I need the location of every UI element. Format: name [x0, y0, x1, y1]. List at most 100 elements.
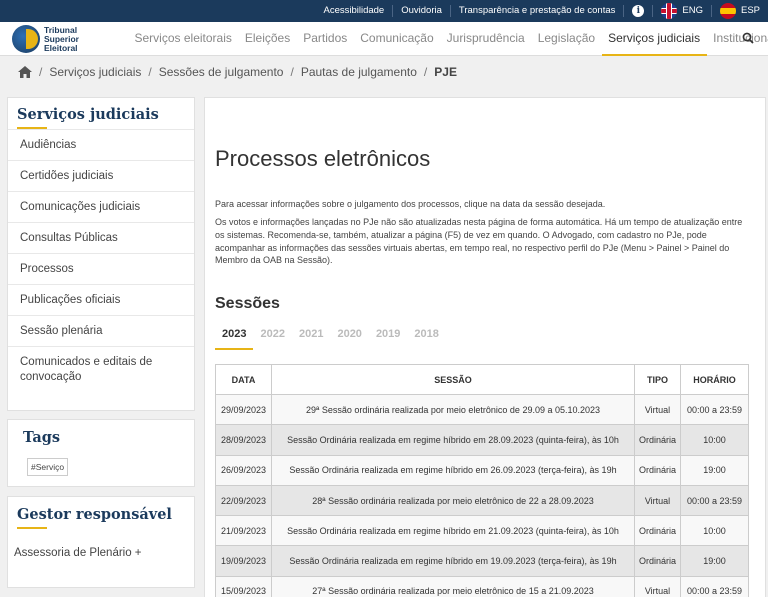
tse-logo-icon — [12, 25, 40, 53]
tab-year-2021[interactable]: 2021 — [292, 324, 330, 350]
table-row[interactable]: 28/09/2023 Sessão Ordinária realizada em… — [215, 424, 749, 456]
cell-date[interactable]: 26/09/2023 — [215, 454, 272, 486]
sidebar-item-comunicacoes[interactable]: Comunicações judiciais — [8, 191, 194, 222]
intro-paragraph: Para acessar informações sobre o julgame… — [215, 199, 606, 209]
lang-es-button[interactable]: ESP — [710, 3, 768, 19]
nav-eleicoes[interactable]: Eleições — [238, 22, 296, 56]
col-sessao: SESSÃO — [271, 364, 635, 395]
cell-time: 19:00 — [680, 545, 749, 577]
table-row[interactable]: 19/09/2023 Sessão Ordinária realizada em… — [215, 545, 749, 577]
tab-year-2022[interactable]: 2022 — [253, 324, 291, 350]
table-row[interactable]: 21/09/2023 Sessão Ordinária realizada em… — [215, 515, 749, 547]
gestor-title-text: Gestor responsável — [17, 506, 172, 523]
search-icon[interactable] — [742, 32, 754, 44]
cell-session: 27ª Sessão ordinária realizada por meio … — [271, 575, 635, 597]
breadcrumb-servicos-judiciais[interactable]: Serviços judiciais — [49, 65, 141, 79]
sidebar-item-certidoes[interactable]: Certidões judiciais — [8, 160, 194, 191]
breadcrumb-separator: / — [290, 65, 294, 79]
nav-servicos-eleitorais[interactable]: Serviços eleitorais — [128, 22, 238, 56]
nav-jurisprudencia[interactable]: Jurisprudência — [440, 22, 531, 56]
breadcrumb-separator: / — [423, 65, 428, 79]
breadcrumb-sessoes[interactable]: Sessões de julgamento — [159, 65, 284, 79]
logo-text: Tribunal Superior Eleitoral — [44, 25, 79, 53]
cell-date[interactable]: 21/09/2023 — [215, 515, 272, 547]
year-tabs: 2023 2022 2021 2020 2019 2018 — [215, 324, 446, 350]
cell-time: 10:00 — [680, 515, 749, 547]
info-button[interactable]: i — [623, 5, 652, 17]
sessions-table: DATA SESSÃO TIPO HORÁRIO 29/09/2023 29ª … — [215, 364, 749, 597]
table-row[interactable]: 15/09/2023 27ª Sessão ordinária realizad… — [215, 575, 749, 597]
sidebar-item-processos[interactable]: Processos — [8, 253, 194, 284]
sidebar-item-consultas[interactable]: Consultas Públicas — [8, 222, 194, 253]
link-acessibilidade[interactable]: Acessibilidade — [315, 5, 392, 17]
cell-type: Virtual — [634, 484, 681, 517]
table-row[interactable]: 29/09/2023 29ª Sessão ordinária realizad… — [215, 393, 749, 426]
table-row[interactable]: 22/09/2023 28ª Sessão ordinária realizad… — [215, 484, 749, 517]
cell-date[interactable]: 29/09/2023 — [215, 393, 272, 426]
tse-logo[interactable]: Tribunal Superior Eleitoral — [12, 25, 79, 53]
cell-time: 10:00 — [680, 424, 749, 456]
nav-legislacao[interactable]: Legislação — [531, 22, 601, 56]
tag-servico[interactable]: #Serviço — [27, 458, 69, 476]
breadcrumb-separator: / — [148, 65, 152, 79]
cell-type: Virtual — [634, 393, 681, 426]
gestor-title: Gestor responsável — [8, 497, 194, 537]
sidebar-menu: Serviços judiciais Audiências Certidões … — [7, 97, 195, 411]
tab-year-2018[interactable]: 2018 — [407, 324, 445, 350]
breadcrumb-current: PJE — [434, 65, 457, 79]
title-underline — [17, 527, 47, 529]
cell-session: Sessão Ordinária realizada em regime híb… — [271, 545, 635, 577]
notice-paragraph: Os votos e informações lançadas no PJe n… — [215, 217, 743, 266]
cell-date[interactable]: 28/09/2023 — [215, 424, 272, 456]
main-content: Processos eletrônicos Para acessar infor… — [204, 97, 766, 597]
tags-title: Tags — [23, 429, 61, 446]
tab-year-2019[interactable]: 2019 — [369, 324, 407, 350]
lang-en-label: ENG — [682, 5, 703, 16]
home-icon[interactable] — [18, 66, 32, 78]
main-header: Tribunal Superior Eleitoral Serviços ele… — [0, 22, 768, 56]
cell-date[interactable]: 15/09/2023 — [215, 575, 272, 597]
cell-time: 19:00 — [680, 454, 749, 486]
sidebar-item-sessao-plenaria[interactable]: Sessão plenária — [8, 315, 194, 346]
cell-time: 00:00 a 23:59 — [680, 575, 749, 597]
page-title: Processos eletrônicos — [215, 146, 431, 171]
col-tipo: TIPO — [634, 364, 681, 395]
info-icon: i — [632, 5, 645, 17]
sessions-title: Sessões — [215, 295, 280, 312]
cell-session: Sessão Ordinária realizada em regime híb… — [271, 454, 635, 486]
col-data: DATA — [215, 364, 272, 395]
tab-year-2020[interactable]: 2020 — [330, 324, 368, 350]
sidebar-item-publicacoes[interactable]: Publicações oficiais — [8, 284, 194, 315]
cell-session: Sessão Ordinária realizada em regime híb… — [271, 515, 635, 547]
sidebar-title: Serviços judiciais — [8, 98, 194, 129]
lang-en-button[interactable]: ENG — [652, 3, 711, 19]
nav-institucional[interactable]: Institucional — [707, 22, 768, 56]
nav-servicos-judiciais[interactable]: Serviços judiciais — [601, 22, 707, 56]
cell-type: Ordinária — [634, 545, 681, 577]
utility-links: Acessibilidade Ouvidoria Transparência e… — [315, 0, 768, 22]
gestor-link[interactable]: Assessoria de Plenário + — [14, 547, 142, 559]
nav-comunicacao[interactable]: Comunicação — [354, 22, 440, 56]
sidebar-item-comunicados[interactable]: Comunicados e editais de convocação — [8, 346, 194, 392]
main-nav: Serviços eleitorais Eleições Partidos Co… — [128, 22, 768, 56]
breadcrumb-separator: / — [39, 65, 43, 79]
breadcrumb: / Serviços judiciais / Sessões de julgam… — [18, 62, 457, 82]
tags-panel: Tags #Serviço — [7, 419, 195, 487]
breadcrumb-pautas[interactable]: Pautas de julgamento — [301, 65, 417, 79]
cell-session: Sessão Ordinária realizada em regime híb… — [271, 424, 635, 456]
cell-date[interactable]: 22/09/2023 — [215, 484, 272, 517]
link-ouvidoria[interactable]: Ouvidoria — [392, 5, 450, 17]
cell-type: Ordinária — [634, 454, 681, 486]
cell-type: Virtual — [634, 575, 681, 597]
table-row[interactable]: 26/09/2023 Sessão Ordinária realizada em… — [215, 454, 749, 486]
nav-partidos[interactable]: Partidos — [297, 22, 354, 56]
cell-date[interactable]: 19/09/2023 — [215, 545, 272, 577]
col-horario: HORÁRIO — [680, 364, 749, 395]
tab-year-2023[interactable]: 2023 — [215, 324, 254, 350]
link-transparencia[interactable]: Transparência e prestação de contas — [449, 5, 624, 17]
cell-time: 00:00 a 23:59 — [680, 484, 749, 517]
sidebar-title-text: Serviços judiciais — [17, 106, 159, 123]
sidebar-item-audiencias[interactable]: Audiências — [8, 129, 194, 160]
cell-session: 29ª Sessão ordinária realizada por meio … — [271, 393, 635, 426]
logo-line-3: Eleitoral — [44, 42, 78, 53]
